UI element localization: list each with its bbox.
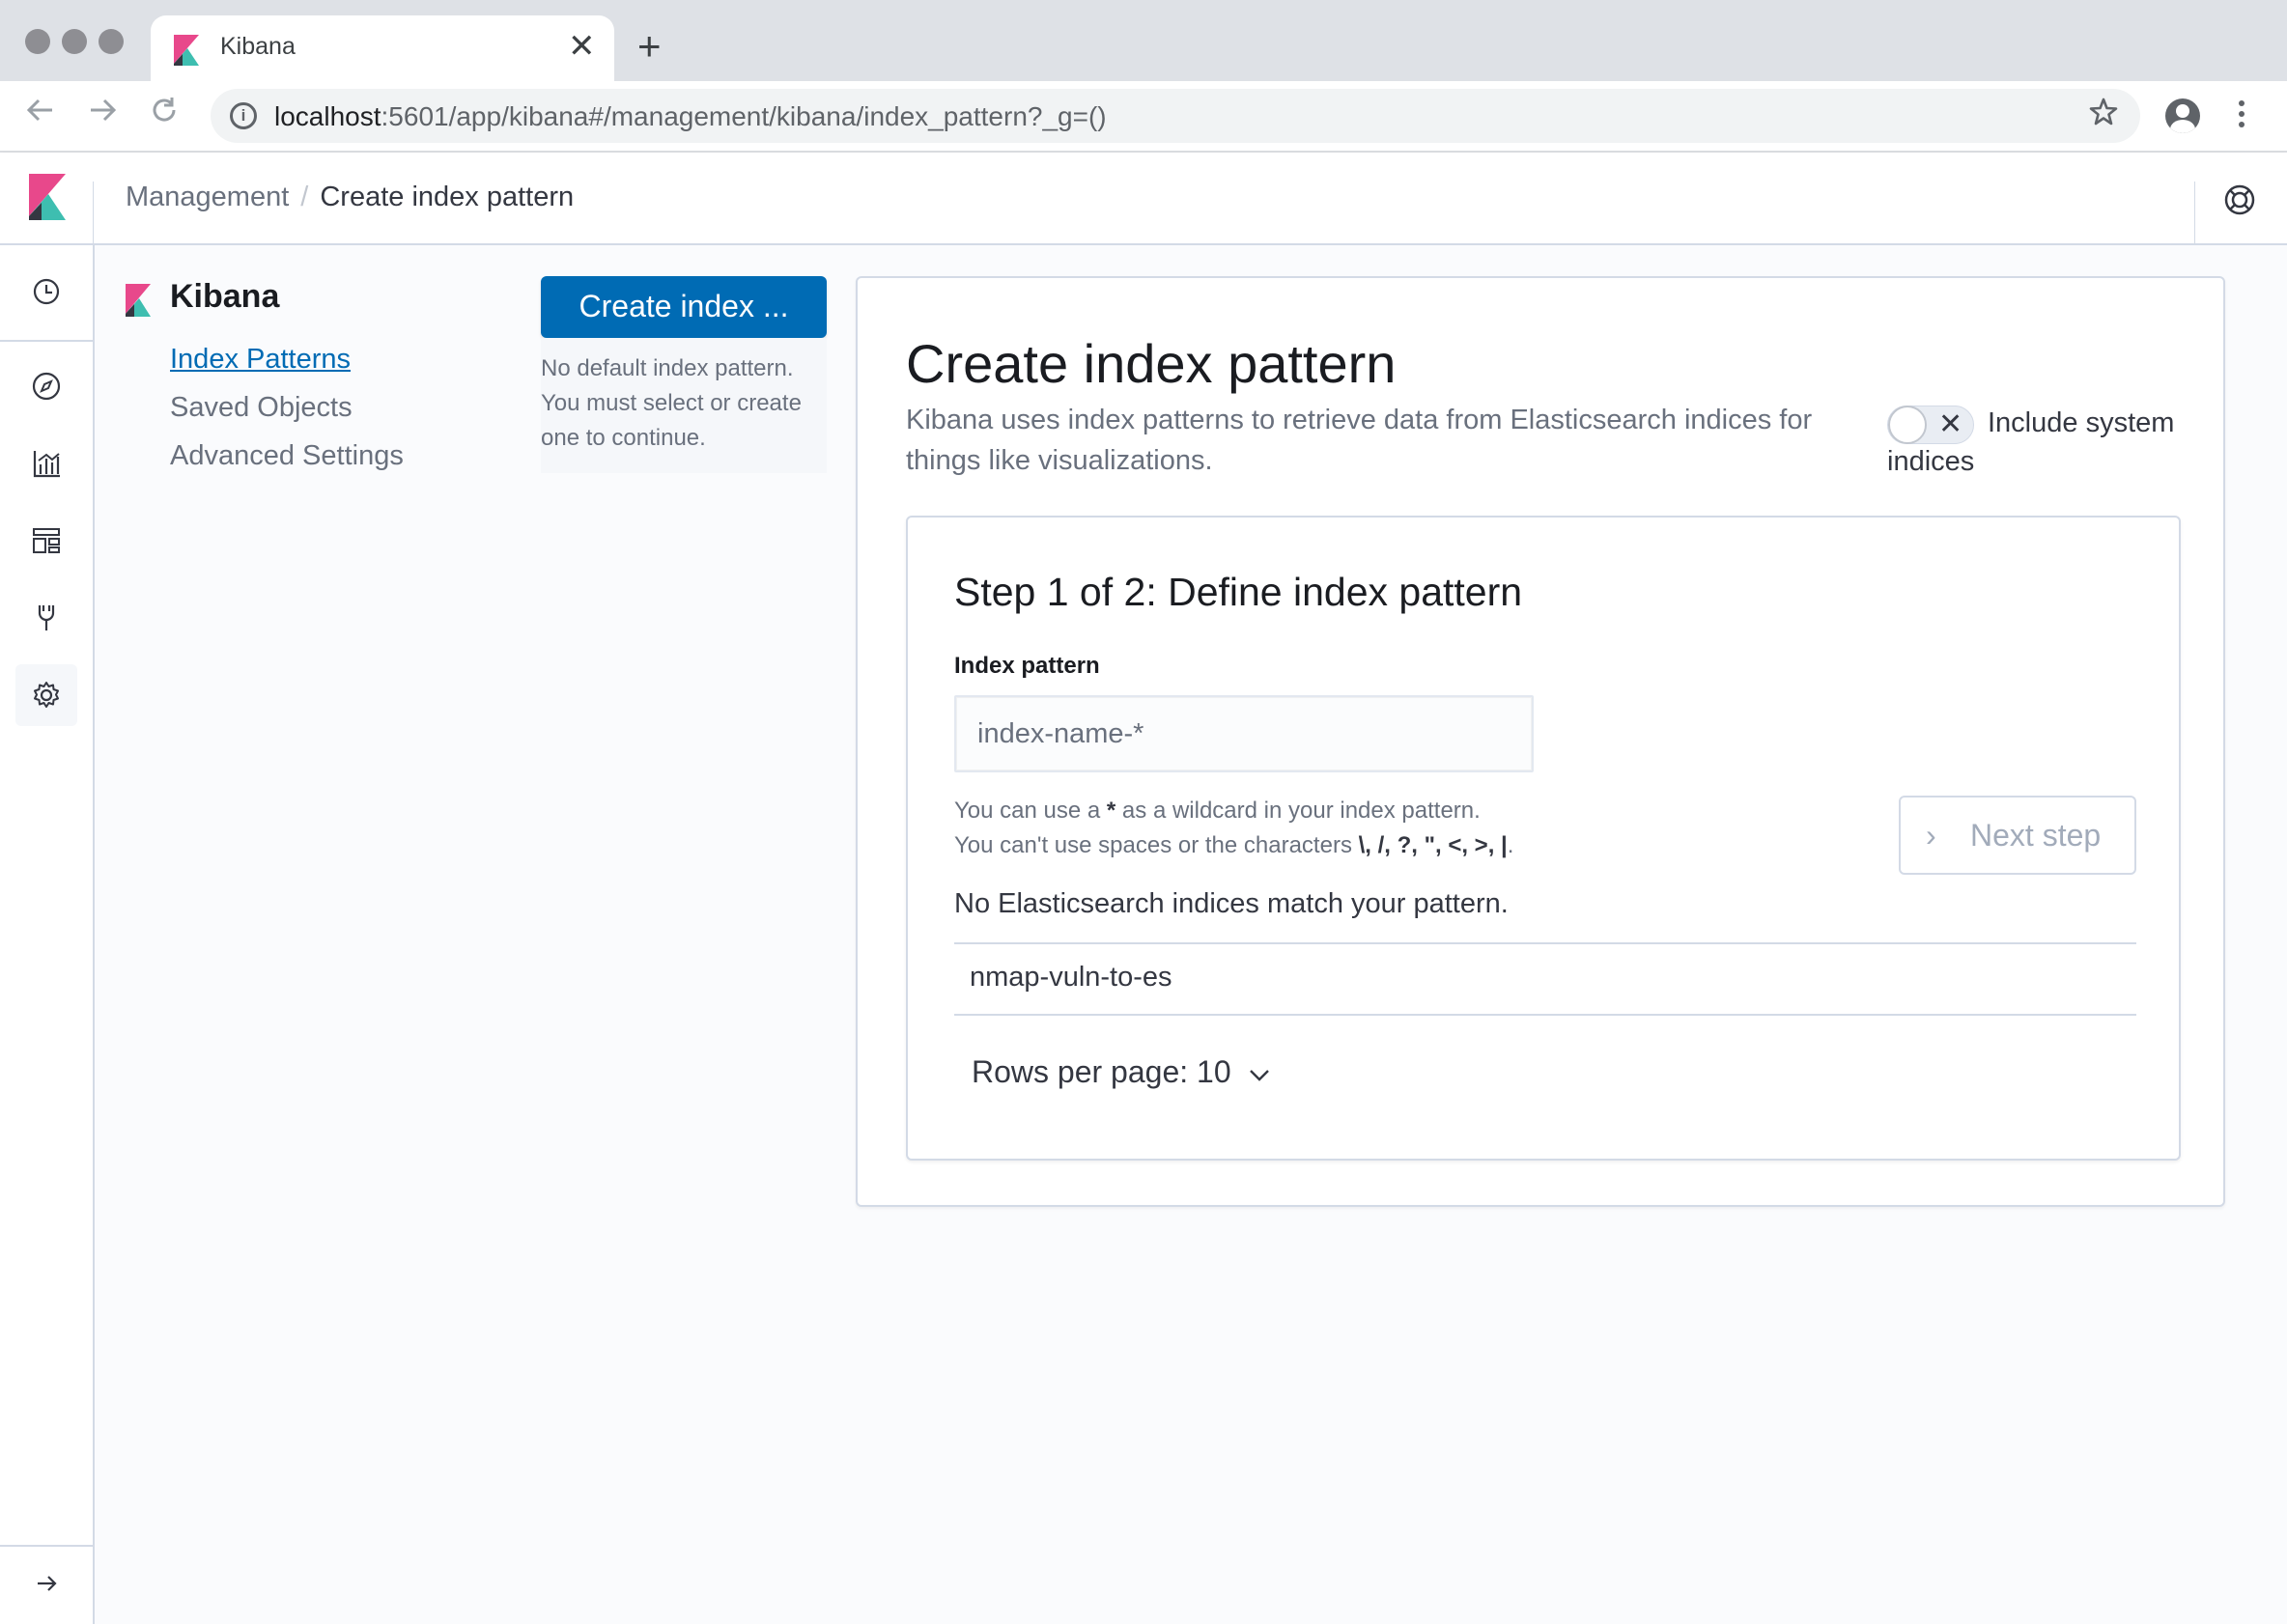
window-close-button[interactable] (25, 29, 50, 54)
dashboard-icon (33, 528, 60, 553)
tab-title: Kibana (220, 33, 296, 60)
header-divider (93, 182, 94, 243)
chevron-right-icon: › (1926, 818, 1936, 853)
profile-icon[interactable] (2165, 98, 2200, 133)
address-bar[interactable]: i localhost:5601/app/kibana#/management/… (211, 89, 2140, 143)
back-icon[interactable] (25, 95, 56, 133)
sidebar-item-index-patterns[interactable]: Index Patterns (170, 344, 351, 376)
info-icon[interactable]: i (230, 102, 257, 129)
devtools-icon (38, 605, 55, 630)
no-default-line: No default index pattern. (541, 355, 794, 381)
create-index-pattern-panel: Create index pattern Kibana uses index p… (856, 276, 2225, 1207)
page-title: Create index pattern (906, 333, 1397, 394)
page-description: Kibana uses index patterns to retrieve d… (906, 405, 1813, 476)
kibana-header: Management / Create index pattern (0, 153, 2287, 245)
kibana-sidebar-logo-icon (126, 284, 151, 317)
rows-per-page-select[interactable]: Rows per page: 10 (972, 1054, 1274, 1090)
step-panel: Step 1 of 2: Define index pattern Index … (906, 516, 2181, 1161)
forward-icon[interactable] (87, 95, 118, 133)
tab-close-icon[interactable]: ✕ (568, 29, 596, 64)
no-match-message: No Elasticsearch indices match your patt… (954, 888, 1509, 919)
browser-toolbar: i localhost:5601/app/kibana#/management/… (0, 81, 2287, 153)
index-pattern-help: You can use a * as a wildcard in your in… (954, 798, 1514, 858)
kibana-logo-icon[interactable] (29, 174, 66, 220)
clock-icon (33, 278, 60, 305)
nav-devtools[interactable] (15, 587, 77, 649)
kibana-favicon-icon (174, 35, 199, 66)
url-text: localhost:5601/app/kibana#/management/ki… (274, 101, 1107, 131)
nav-visualize[interactable] (15, 433, 77, 494)
menu-icon[interactable] (2237, 100, 2246, 132)
kibana-side-nav (0, 245, 95, 1624)
chevron-down-icon (1249, 1069, 1269, 1081)
sidebar-item-saved-objects[interactable]: Saved Objects (170, 392, 353, 424)
gear-icon (34, 682, 59, 708)
window-minimize-button[interactable] (62, 29, 87, 54)
include-system-indices-toggle[interactable]: ✕ (1887, 406, 1974, 444)
no-default-line: one to continue. (541, 425, 706, 451)
breadcrumb-management[interactable]: Management (126, 182, 289, 212)
sidebar-title: Kibana (170, 278, 280, 315)
create-index-button[interactable]: Create index ... (541, 276, 827, 338)
sidebar-item-advanced-settings[interactable]: Advanced Settings (170, 440, 404, 472)
nav-recent[interactable] (15, 261, 77, 322)
table-row: nmap-vuln-to-es (970, 962, 1172, 993)
header-divider-right (2194, 182, 2195, 243)
nav-management[interactable] (15, 664, 77, 726)
no-default-index-note: No default index pattern. You must selec… (541, 338, 827, 473)
window-zoom-button[interactable] (99, 29, 124, 54)
new-tab-button[interactable]: + (637, 26, 662, 67)
browser-tabstrip: Kibana ✕ + (0, 0, 2287, 81)
index-pattern-label: Index pattern (954, 653, 1100, 679)
browser-tab[interactable]: Kibana ✕ (151, 15, 614, 81)
nav-bottom-separator (0, 1545, 93, 1547)
nav-dashboard[interactable] (15, 510, 77, 572)
reload-icon[interactable] (149, 95, 180, 133)
toggle-off-icon: ✕ (1938, 408, 1963, 440)
visualize-icon (33, 451, 60, 478)
expand-arrow-icon (38, 1576, 57, 1591)
star-icon[interactable] (2088, 97, 2119, 135)
step-title: Step 1 of 2: Define index pattern (954, 570, 1523, 614)
nav-expand[interactable] (15, 1553, 77, 1614)
breadcrumb-separator: / (300, 182, 309, 212)
indices-table: nmap-vuln-to-es (954, 942, 2136, 1016)
breadcrumb: Management / Create index pattern (126, 182, 574, 213)
rows-per-page-label: Rows per page: 10 (972, 1054, 1231, 1089)
next-step-label: Next step (1970, 818, 2102, 853)
nav-separator (0, 340, 93, 342)
nav-discover[interactable] (15, 355, 77, 417)
toggle-knob (1888, 406, 1927, 444)
breadcrumb-current: Create index pattern (320, 182, 575, 212)
help-lifebuoy-icon[interactable] (2223, 183, 2256, 216)
compass-icon (32, 372, 61, 401)
index-pattern-input[interactable] (954, 695, 1534, 772)
no-default-line: You must select or create (541, 390, 802, 416)
next-step-button[interactable]: › Next step (1899, 796, 2136, 875)
